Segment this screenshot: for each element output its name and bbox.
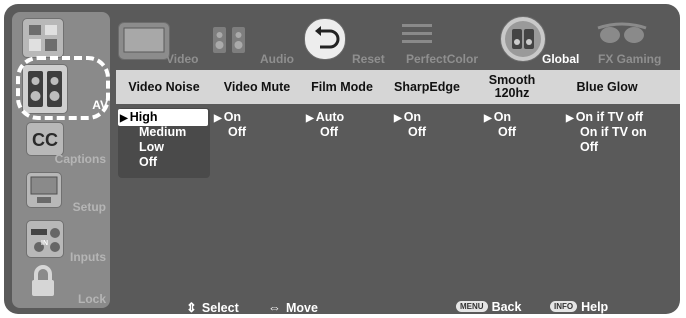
option-label: On (493, 110, 512, 124)
option-label: On if TV off (575, 110, 644, 124)
selected-arrow-icon: ▶ (120, 113, 128, 124)
option-blue-glow-off[interactable]: Off (580, 140, 598, 155)
option-video-noise-medium[interactable]: Medium (139, 125, 186, 140)
selected-arrow-icon: ▶ (394, 113, 402, 124)
submenu-label-video: Video (166, 52, 199, 66)
category-picture[interactable] (12, 14, 110, 62)
option-smooth-120hz-off[interactable]: Off (498, 125, 516, 140)
option-label: On (403, 110, 422, 124)
option-film-mode-off[interactable]: Off (320, 125, 338, 140)
menu-screen: AV CC Captions Setup IN Inputs Lock Vide… (4, 4, 680, 314)
option-film-mode-auto[interactable]: ▶ Auto (306, 110, 344, 126)
option-video-mute-off[interactable]: Off (228, 125, 246, 140)
selected-arrow-icon: ▶ (306, 113, 314, 124)
submenu-reset[interactable]: Reset (304, 12, 385, 68)
left-right-arrows-icon: ⇔ (268, 300, 281, 314)
color-bars-icon (402, 22, 438, 52)
category-label-lock: Lock (77, 292, 106, 306)
hint-select-label: Select (201, 301, 239, 314)
globe-speaker-icon (500, 16, 546, 62)
option-label: On (223, 110, 242, 124)
selected-arrow-icon: ▶ (484, 113, 492, 124)
option-label: Auto (315, 110, 345, 124)
hint-back-label: Back (491, 300, 522, 314)
submenu-audio[interactable]: Audio (208, 12, 300, 68)
column-header-smooth-line2: 120hz (494, 86, 530, 100)
category-setup[interactable]: Setup (12, 168, 110, 216)
column-header-film-mode: Film Mode (311, 79, 373, 94)
selected-arrow-icon: ▶ (214, 113, 222, 124)
hint-help-label: Help (581, 300, 609, 314)
option-video-noise-low[interactable]: Low (139, 140, 164, 155)
reset-icon (304, 18, 346, 60)
submenu-label-reset: Reset (352, 52, 385, 66)
info-key-icon: INFO (550, 301, 578, 312)
cc-icon: CC (26, 122, 64, 156)
option-blue-glow-on-if-tv-off[interactable]: ▶ On if TV off (566, 110, 643, 126)
computer-icon (26, 172, 62, 208)
up-down-arrows-icon: ⇕ (186, 300, 197, 314)
option-video-mute-on[interactable]: ▶ On (214, 110, 241, 126)
submenu-video[interactable]: Video (118, 12, 208, 68)
3d-glasses-icon (594, 18, 650, 48)
svg-text:CC: CC (32, 130, 58, 150)
option-blue-glow-on-if-tv-on[interactable]: On if TV on (580, 125, 647, 140)
column-header-blue-glow: Blue Glow (576, 79, 638, 94)
option-label: High (129, 110, 158, 124)
column-header-video-noise: Video Noise (128, 79, 200, 94)
column-header-smooth-120hz: Smooth 120hz (472, 70, 552, 104)
hint-back: MENU Back (456, 300, 521, 314)
category-label-captions: Captions (54, 152, 106, 166)
category-label-setup: Setup (72, 200, 106, 214)
option-sharpedge-on[interactable]: ▶ On (394, 110, 421, 126)
picture-category-icon (22, 18, 64, 58)
submenu-perfectcolor[interactable]: PerfectColor (390, 12, 486, 68)
option-smooth-120hz-on[interactable]: ▶ On (484, 110, 511, 126)
av-highlight-ring (16, 56, 110, 120)
option-sharpedge-off[interactable]: Off (408, 125, 426, 140)
submenu-global[interactable]: Global (496, 12, 586, 68)
padlock-icon (28, 264, 58, 298)
column-header-video-mute: Video Mute (223, 79, 291, 94)
submenu-label-fx-gaming: FX Gaming (598, 52, 662, 66)
category-lock[interactable]: Lock (12, 260, 110, 308)
hint-help: INFO Help (550, 300, 608, 314)
category-inputs[interactable]: IN Inputs (12, 218, 110, 266)
submenu-fx-gaming[interactable]: FX Gaming (590, 12, 680, 68)
menu-key-icon: MENU (456, 301, 488, 312)
hint-move: ⇔ Move (268, 300, 318, 314)
category-captions[interactable]: CC Captions (12, 120, 110, 168)
input-jacks-icon: IN (26, 220, 64, 258)
svg-text:IN: IN (41, 240, 48, 247)
submenu-label-global: Global (542, 52, 580, 66)
option-video-noise-high[interactable]: ▶ High (120, 110, 157, 126)
submenu-label-perfectcolor: PerfectColor (406, 52, 479, 66)
submenu-label-audio: Audio (260, 52, 294, 66)
selected-arrow-icon: ▶ (566, 113, 574, 124)
speaker-icon (210, 22, 250, 56)
hint-move-label: Move (286, 301, 318, 314)
tv-icon (118, 22, 170, 60)
column-header-sharpedge: SharpEdge (394, 79, 460, 94)
hint-select: ⇕ Select (186, 300, 239, 314)
option-video-noise-off[interactable]: Off (139, 155, 157, 170)
